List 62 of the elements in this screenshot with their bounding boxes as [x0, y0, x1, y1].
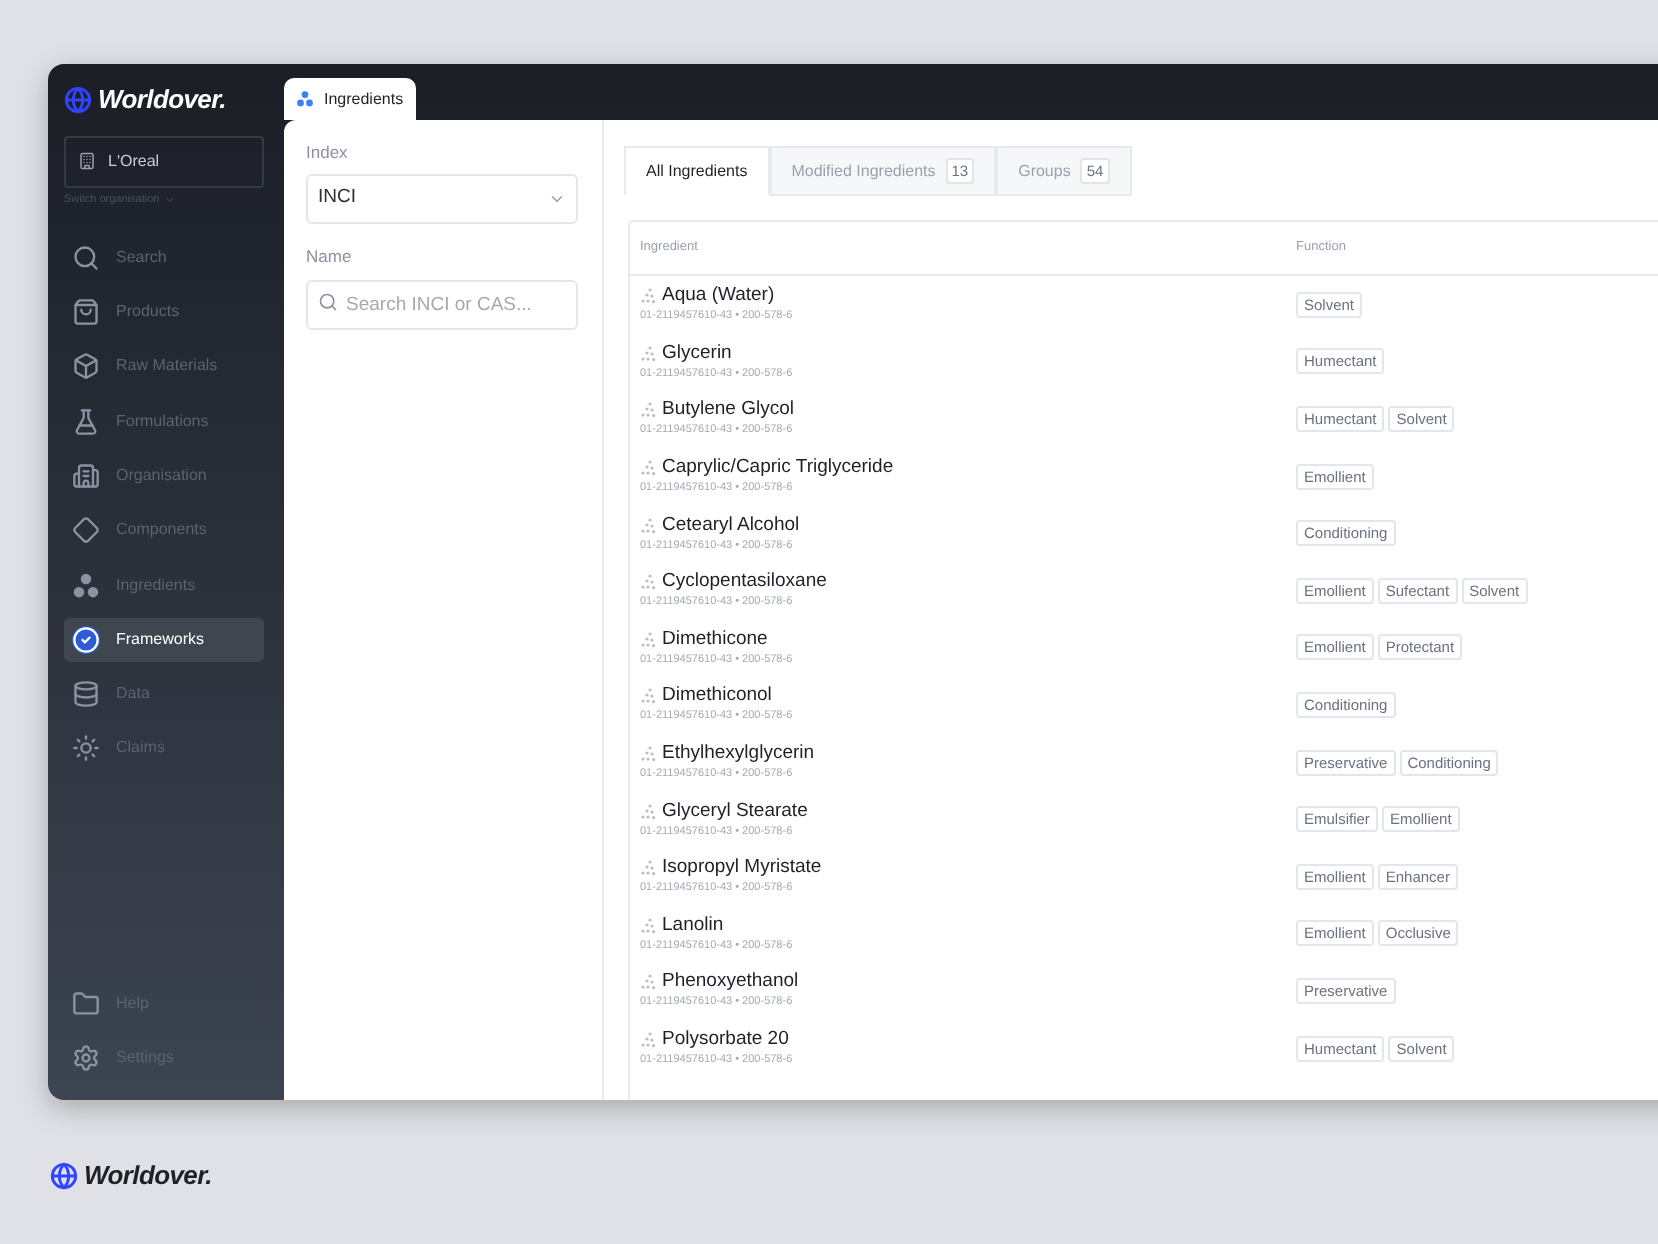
ingredient-name: Dimethiconol — [662, 684, 772, 709]
ingredient-name: Lanolin — [662, 913, 724, 938]
dots-icon — [640, 860, 656, 877]
dots-icon — [640, 631, 656, 648]
sun-icon — [72, 734, 100, 763]
filter-tab[interactable]: All Ingredients — [624, 146, 770, 196]
check-circle-icon — [72, 625, 100, 654]
chevron-down-icon — [163, 193, 176, 206]
ingredient-name: Butylene Glycol — [662, 398, 795, 423]
ingredient-name: Phenoxyethanol — [662, 970, 799, 995]
ingredient-name: Isopropyl Myristate — [662, 856, 822, 881]
dots-icon — [640, 688, 656, 705]
ingredient-name: Caprylic/Capric Triglyceride — [662, 456, 894, 481]
building-icon — [78, 152, 96, 170]
dots-icon — [640, 574, 656, 591]
search-field[interactable]: Search INCI or CAS... — [306, 279, 578, 329]
circles-icon — [296, 90, 314, 108]
dots-icon — [640, 460, 656, 477]
dots-icon — [640, 803, 656, 820]
box-icon — [72, 352, 100, 381]
page-tab[interactable]: Ingredients — [284, 78, 416, 120]
dots-icon — [640, 517, 656, 534]
name-label: Name — [306, 243, 354, 269]
dots-icon — [640, 402, 656, 419]
settings-icon — [72, 1044, 100, 1072]
ingredient-name: Aqua (Water) — [662, 284, 775, 309]
index-label: Index — [306, 140, 350, 166]
ingredient-name: Cyclopentasiloxane — [662, 570, 827, 595]
ingredient-name: Glyceryl Stearate — [662, 799, 808, 824]
search-icon — [72, 243, 100, 272]
bag-icon — [72, 298, 100, 327]
nav-item[interactable]: Organisation — [64, 453, 264, 498]
nav-item[interactable]: Components — [64, 508, 264, 553]
ingredient-name: Ethylhexylglycerin — [662, 742, 815, 767]
diamond-icon — [72, 516, 100, 545]
organisation-selector[interactable]: L'Oreal — [64, 135, 264, 187]
dots-icon — [640, 288, 656, 305]
nav-item[interactable]: Products — [64, 290, 264, 335]
building-icon — [72, 461, 100, 490]
ingredient-name: Polysorbate 20 — [662, 1028, 789, 1053]
ingredient-name: Dimethicone — [662, 627, 768, 652]
brand-name: Worldover. — [84, 1158, 212, 1194]
index-dropdown[interactable]: INCI — [306, 173, 578, 224]
globe-logo-icon — [64, 85, 92, 114]
circles-icon — [72, 571, 100, 600]
nav-item[interactable]: Formulations — [64, 399, 264, 444]
globe-logo-icon — [50, 1161, 78, 1190]
dots-icon — [640, 917, 656, 934]
flask-icon — [72, 407, 100, 436]
search-icon — [318, 292, 338, 312]
database-icon — [72, 680, 100, 709]
brand-name: Worldover. — [98, 82, 226, 118]
nav-item[interactable]: Raw Materials — [64, 344, 264, 389]
dots-icon — [640, 1032, 656, 1049]
dots-icon — [640, 345, 656, 362]
dots-icon — [640, 974, 656, 991]
folder-icon — [72, 989, 100, 1018]
nav-item[interactable]: Frameworks — [64, 617, 264, 662]
nav-item[interactable]: Search — [64, 235, 264, 280]
ingredient-name: Glycerin — [662, 341, 732, 366]
ingredient-name: Cetearyl Alcohol — [662, 513, 800, 538]
dots-icon — [640, 746, 656, 763]
